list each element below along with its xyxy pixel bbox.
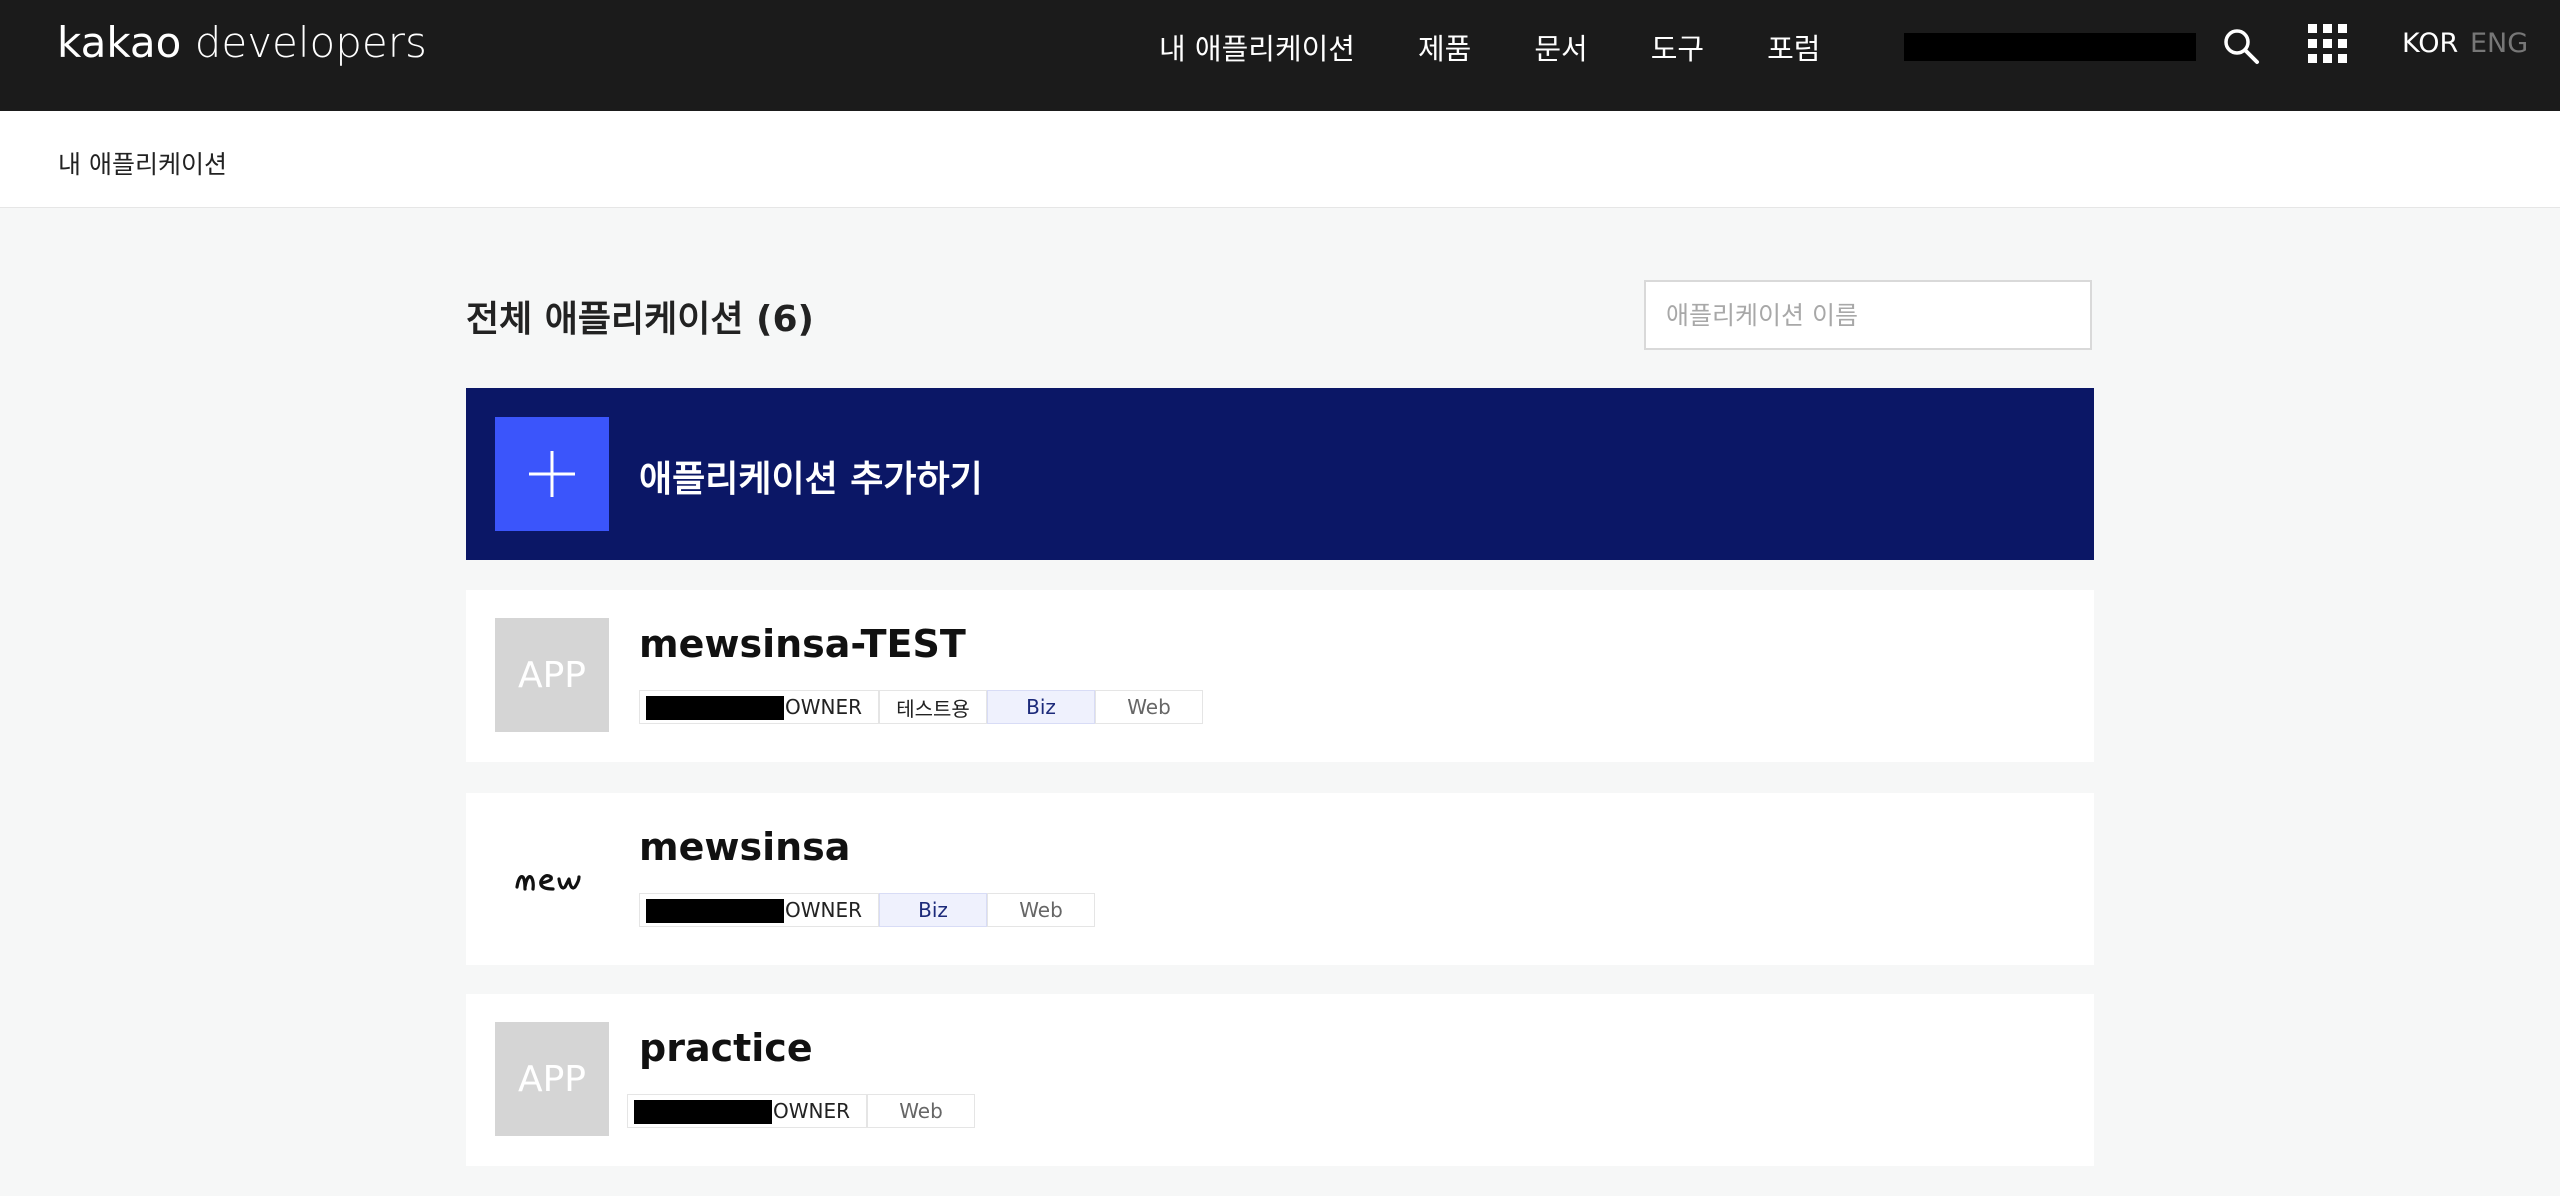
platform-tag: Web	[867, 1094, 975, 1128]
breadcrumb[interactable]: 내 애플리케이션	[58, 145, 227, 181]
app-card-mewsinsa[interactable]: mewsinsa OWNER Biz Web	[466, 793, 2094, 965]
app-name: practice	[639, 1026, 813, 1070]
redacted-owner	[646, 899, 784, 923]
lang-kor[interactable]: KOR	[2402, 28, 2458, 59]
app-card-mewsinsa-test[interactable]: APP mewsinsa-TEST OWNER 테스트용 Biz Web	[466, 590, 2094, 762]
app-search-input[interactable]	[1644, 280, 2092, 350]
breadcrumb-bar: 내 애플리케이션	[0, 111, 2560, 208]
owner-tag: OWNER	[627, 1094, 867, 1128]
kakao-developers-logo[interactable]: kakao developers	[57, 18, 427, 67]
test-tag: 테스트용	[879, 690, 987, 724]
add-application-button[interactable]: 애플리케이션 추가하기	[466, 388, 2094, 560]
page-title: 전체 애플리케이션 (6)	[466, 299, 814, 340]
app-thumbnail: APP	[495, 1022, 609, 1136]
app-thumbnail: APP	[495, 618, 609, 732]
redacted-owner	[634, 1100, 772, 1124]
nav-docs[interactable]: 문서	[1534, 26, 1587, 68]
redacted-account[interactable]	[1904, 33, 2196, 61]
app-tags: OWNER Web	[627, 1094, 975, 1128]
nav-forum[interactable]: 포럼	[1767, 26, 1820, 68]
app-tags: OWNER Biz Web	[639, 893, 1095, 927]
search-icon[interactable]	[2221, 26, 2261, 66]
mew-logo-image	[515, 874, 581, 891]
apps-grid-icon[interactable]	[2308, 24, 2348, 64]
plus-icon-box	[495, 417, 609, 531]
app-thumbnail	[495, 821, 609, 935]
top-navigation-bar: kakao developers 내 애플리케이션 제품 문서 도구 포럼 KO…	[0, 0, 2560, 111]
nav-tools[interactable]: 도구	[1651, 26, 1704, 68]
biz-tag: Biz	[879, 893, 987, 927]
nav-products[interactable]: 제품	[1418, 26, 1471, 68]
platform-tag: Web	[1095, 690, 1203, 724]
app-name: mewsinsa	[639, 825, 851, 869]
app-tags: OWNER 테스트용 Biz Web	[639, 690, 1203, 724]
app-name: mewsinsa-TEST	[639, 622, 966, 666]
redacted-owner	[646, 696, 784, 720]
plus-icon	[529, 451, 575, 497]
lang-eng[interactable]: ENG	[2470, 28, 2528, 59]
platform-tag: Web	[987, 893, 1095, 927]
owner-tag: OWNER	[639, 690, 879, 724]
main-nav: 내 애플리케이션 제품 문서 도구 포럼	[1159, 26, 1883, 68]
add-application-label: 애플리케이션 추가하기	[639, 459, 983, 500]
app-card-practice[interactable]: APP practice OWNER Web	[466, 994, 2094, 1166]
owner-tag: OWNER	[639, 893, 879, 927]
biz-tag: Biz	[987, 690, 1095, 724]
nav-my-applications[interactable]: 내 애플리케이션	[1159, 26, 1355, 68]
